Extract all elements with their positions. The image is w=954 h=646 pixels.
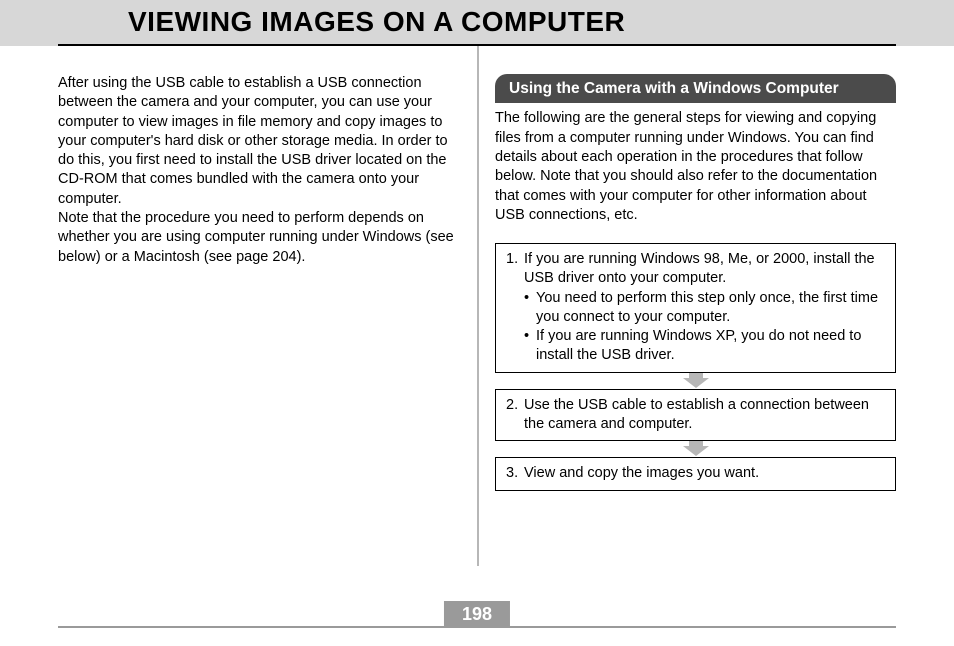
- down-arrow-icon: [495, 441, 896, 457]
- page-header: VIEWING IMAGES ON A COMPUTER: [0, 0, 954, 46]
- step-bullets: • You need to perform this step only onc…: [506, 289, 885, 366]
- step-number: 3.: [506, 464, 524, 483]
- bullet-icon: •: [524, 289, 536, 328]
- step-box-1: 1. If you are running Windows 98, Me, or…: [495, 243, 896, 373]
- down-arrow-icon: [495, 373, 896, 389]
- step-box-3: 3. View and copy the images you want.: [495, 457, 896, 490]
- column-divider: [477, 46, 479, 566]
- bullet-text: You need to perform this step only once,…: [536, 289, 885, 328]
- title-wrap: VIEWING IMAGES ON A COMPUTER: [58, 6, 896, 46]
- intro-paragraph-1: After using the USB cable to establish a…: [58, 74, 459, 209]
- page-footer: 198: [58, 626, 896, 628]
- left-column: After using the USB cable to establish a…: [58, 74, 477, 491]
- step-text: If you are running Windows 98, Me, or 20…: [524, 250, 885, 289]
- page-number: 198: [444, 601, 510, 628]
- steps-list: 1. If you are running Windows 98, Me, or…: [495, 243, 896, 491]
- step-number: 2.: [506, 396, 524, 435]
- step-text: Use the USB cable to establish a connect…: [524, 396, 885, 435]
- page-title: VIEWING IMAGES ON A COMPUTER: [128, 6, 896, 38]
- content-area: After using the USB cable to establish a…: [0, 46, 954, 491]
- step-box-2: 2. Use the USB cable to establish a conn…: [495, 389, 896, 442]
- step-number: 1.: [506, 250, 524, 289]
- manual-page: VIEWING IMAGES ON A COMPUTER After using…: [0, 0, 954, 646]
- bullet-text: If you are running Windows XP, you do no…: [536, 327, 885, 366]
- intro-paragraph-2: Note that the procedure you need to perf…: [58, 209, 459, 267]
- section-intro: The following are the general steps for …: [495, 109, 896, 225]
- step-text: View and copy the images you want.: [524, 464, 885, 483]
- section-heading: Using the Camera with a Windows Computer: [495, 74, 896, 103]
- right-column: Using the Camera with a Windows Computer…: [477, 74, 896, 491]
- bullet-icon: •: [524, 327, 536, 366]
